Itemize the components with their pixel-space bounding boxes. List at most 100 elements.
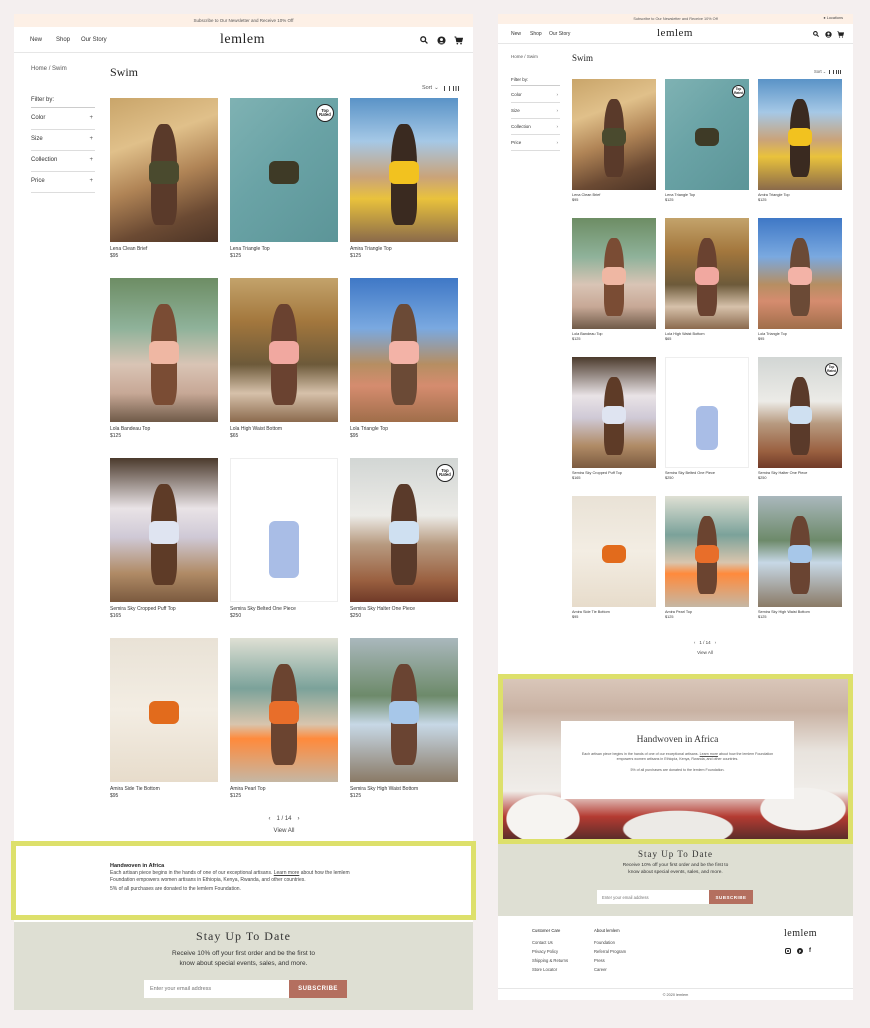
product-card[interactable]: Amira Pearl Top $125 bbox=[665, 496, 749, 619]
chevron-down-icon[interactable]: ⌄ bbox=[434, 85, 439, 91]
chevron-down-icon[interactable]: ⌄ bbox=[823, 69, 827, 74]
product-image[interactable] bbox=[572, 218, 656, 329]
prev-page-icon[interactable]: ‹ bbox=[268, 816, 270, 822]
learn-more-link[interactable]: Learn more bbox=[274, 870, 300, 876]
product-image[interactable]: Top Rated bbox=[665, 79, 749, 190]
product-name[interactable]: Amira Side Tie Bottom bbox=[110, 786, 218, 792]
footer-link[interactable]: Referral Program bbox=[594, 949, 626, 954]
email-input[interactable] bbox=[597, 890, 709, 904]
product-card[interactable]: Amira Side Tie Bottom $95 bbox=[110, 638, 218, 799]
search-icon[interactable] bbox=[419, 35, 429, 45]
product-name[interactable]: Lola Bandeau Top bbox=[110, 426, 218, 432]
product-card[interactable]: Amira Pearl Top $125 bbox=[230, 638, 338, 799]
product-card[interactable]: Lola High Waist Bottom $65 bbox=[230, 278, 338, 439]
product-card[interactable]: Lola Bandeau Top $125 bbox=[110, 278, 218, 439]
product-image[interactable] bbox=[758, 79, 842, 190]
nav-our-story[interactable]: Our Story bbox=[81, 37, 107, 43]
nav-shop[interactable]: Shop bbox=[56, 37, 70, 43]
product-name[interactable]: Amira Triangle Top bbox=[758, 193, 842, 197]
product-name[interactable]: Amira Pearl Top bbox=[665, 610, 749, 614]
product-name[interactable]: Lena Triangle Top bbox=[230, 246, 338, 252]
product-name[interactable]: Semira Sky Cropped Puff Top bbox=[110, 606, 218, 612]
product-name[interactable]: Lola High Waist Bottom bbox=[230, 426, 338, 432]
product-name[interactable]: Amira Side Tie Bottom bbox=[572, 610, 656, 614]
product-name[interactable]: Lena Clean Brief bbox=[110, 246, 218, 252]
product-image[interactable] bbox=[110, 638, 218, 782]
product-name[interactable]: Semira Sky High Waist Bottom bbox=[758, 610, 842, 614]
account-icon[interactable] bbox=[436, 35, 446, 45]
grid-4-icon[interactable] bbox=[836, 69, 842, 74]
filter-collection[interactable]: Collection › bbox=[511, 124, 560, 135]
product-card[interactable]: Lola Triangle Top $95 bbox=[758, 218, 842, 341]
product-image[interactable] bbox=[230, 458, 338, 602]
sort-dropdown[interactable]: Sort bbox=[814, 69, 822, 74]
product-image[interactable] bbox=[110, 278, 218, 422]
next-page-icon[interactable]: › bbox=[715, 640, 717, 645]
view-all-link[interactable]: View All bbox=[690, 650, 720, 655]
product-image[interactable] bbox=[110, 458, 218, 602]
product-card[interactable]: Amira Triangle Top $125 bbox=[758, 79, 842, 202]
grid-4-icon[interactable] bbox=[452, 85, 459, 91]
product-card[interactable]: Top Rated Lena Triangle Top $125 bbox=[665, 79, 749, 202]
nav-our-story[interactable]: Our Story bbox=[549, 31, 570, 37]
product-name[interactable]: Semira Sky High Waist Bottom bbox=[350, 786, 458, 792]
facebook-icon[interactable]: f bbox=[809, 948, 815, 954]
product-image[interactable] bbox=[110, 98, 218, 242]
cart-icon[interactable] bbox=[453, 35, 463, 45]
product-card[interactable]: Semira Sky Cropped Puff Top $165 bbox=[110, 458, 218, 619]
filter-color[interactable]: Color + bbox=[31, 115, 95, 130]
product-image[interactable] bbox=[230, 278, 338, 422]
breadcrumb-home[interactable]: Home bbox=[511, 54, 523, 59]
breadcrumb-home[interactable]: Home bbox=[31, 66, 47, 72]
email-input[interactable] bbox=[144, 980, 289, 998]
product-image[interactable] bbox=[350, 638, 458, 782]
logo[interactable]: lemlem bbox=[220, 32, 265, 48]
logo[interactable]: lemlem bbox=[657, 27, 693, 39]
footer-link[interactable]: Career bbox=[594, 967, 626, 972]
announcement-bar[interactable]: Subscribe to Our Newsletter and Receive … bbox=[14, 14, 473, 27]
product-card[interactable]: Lena Clean Brief $95 bbox=[572, 79, 656, 202]
search-icon[interactable] bbox=[812, 30, 820, 38]
prev-page-icon[interactable]: ‹ bbox=[694, 640, 696, 645]
product-card[interactable]: Lena Clean Brief $95 bbox=[110, 98, 218, 259]
product-card[interactable]: Semira Sky High Waist Bottom $125 bbox=[350, 638, 458, 799]
pinterest-icon[interactable]: p bbox=[797, 948, 803, 954]
footer-link[interactable]: Privacy Policy bbox=[532, 949, 568, 954]
product-card[interactable]: Amira Side Tie Bottom $95 bbox=[572, 496, 656, 619]
subscribe-button[interactable]: SUBSCRIBE bbox=[289, 980, 347, 998]
grid-3-icon[interactable] bbox=[829, 69, 835, 74]
product-card[interactable]: Lola High Waist Bottom $65 bbox=[665, 218, 749, 341]
product-image[interactable]: Top Rated bbox=[758, 357, 842, 468]
product-name[interactable]: Semira Sky Belted One Piece bbox=[230, 606, 338, 612]
filter-price[interactable]: Price › bbox=[511, 140, 560, 151]
filter-size[interactable]: Size + bbox=[31, 136, 95, 151]
product-card[interactable]: Top Rated Lena Triangle Top $125 bbox=[230, 98, 338, 259]
product-image[interactable]: Top Rated bbox=[230, 98, 338, 242]
view-all-link[interactable]: View All bbox=[264, 828, 304, 834]
product-image[interactable] bbox=[572, 357, 656, 468]
footer-link[interactable]: Press bbox=[594, 958, 626, 963]
account-icon[interactable] bbox=[824, 30, 832, 38]
product-image[interactable] bbox=[758, 218, 842, 329]
product-image[interactable] bbox=[230, 638, 338, 782]
product-card[interactable]: Lola Bandeau Top $125 bbox=[572, 218, 656, 341]
announcement-bar[interactable]: Subscribe to Our Newsletter and Receive … bbox=[498, 14, 853, 24]
product-name[interactable]: Lena Triangle Top bbox=[665, 193, 749, 197]
product-image[interactable] bbox=[572, 79, 656, 190]
product-name[interactable]: Lola Triangle Top bbox=[758, 332, 842, 336]
product-card[interactable]: Top Rated Semira Sky Halter One Piece $250 bbox=[758, 357, 842, 480]
product-name[interactable]: Amira Pearl Top bbox=[230, 786, 338, 792]
footer-link[interactable]: Foundation bbox=[594, 940, 626, 945]
learn-more-link[interactable]: Learn more bbox=[700, 752, 718, 756]
filter-price[interactable]: Price + bbox=[31, 178, 95, 193]
product-image[interactable] bbox=[572, 496, 656, 607]
product-card[interactable]: Lola Triangle Top $95 bbox=[350, 278, 458, 439]
nav-new[interactable]: New bbox=[511, 31, 521, 37]
product-name[interactable]: Lola Bandeau Top bbox=[572, 332, 656, 336]
product-name[interactable]: Lola High Waist Bottom bbox=[665, 332, 749, 336]
nav-shop[interactable]: Shop bbox=[530, 31, 542, 37]
product-card[interactable]: Semira Sky Belted One Piece $250 bbox=[665, 357, 749, 480]
nav-new[interactable]: New bbox=[30, 37, 42, 43]
product-card[interactable]: Semira Sky High Waist Bottom $125 bbox=[758, 496, 842, 619]
product-name[interactable]: Semira Sky Cropped Puff Top bbox=[572, 471, 656, 475]
